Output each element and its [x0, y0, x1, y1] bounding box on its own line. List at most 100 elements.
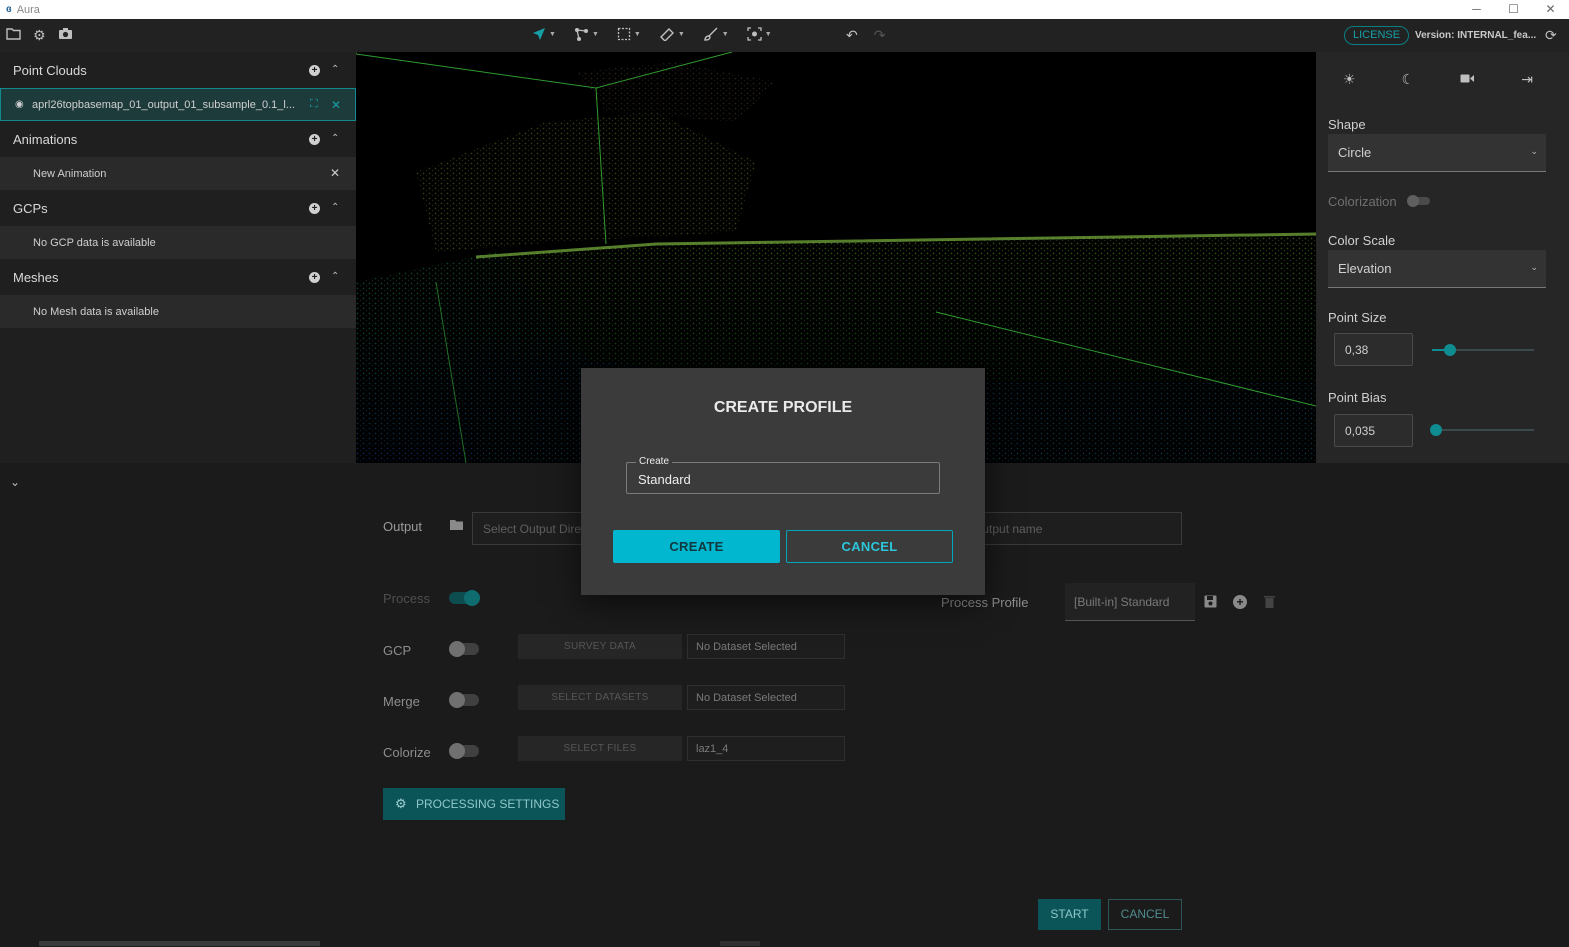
exit-icon[interactable]: ⇥	[1521, 71, 1533, 87]
save-icon[interactable]	[1204, 595, 1217, 611]
moon-icon[interactable]: ☾	[1402, 71, 1415, 87]
camera-icon[interactable]	[58, 27, 73, 43]
slider-knob[interactable]	[1430, 424, 1443, 436]
undo-icon[interactable]: ↶	[846, 27, 858, 43]
select-datasets-button[interactable]: SELECT DATASETS	[518, 685, 682, 710]
toggle-knob	[449, 692, 465, 708]
process-toggle[interactable]	[449, 590, 480, 606]
section-header-meshes[interactable]: Meshes + ⌃	[0, 259, 356, 295]
minimize-icon[interactable]: ─	[1458, 0, 1495, 19]
chevron-up-icon[interactable]: ⌃	[331, 202, 339, 213]
dialog-title: CREATE PROFILE	[713, 399, 853, 416]
toggle-knob	[449, 641, 465, 657]
eye-icon[interactable]: ◉	[15, 99, 24, 110]
add-icon[interactable]: +	[309, 203, 320, 214]
section-title: Point Clouds	[13, 62, 87, 78]
slider-knob[interactable]	[1444, 344, 1457, 356]
colorize-toggle[interactable]	[449, 743, 479, 759]
start-button[interactable]: START	[1038, 899, 1101, 930]
point-cloud-item[interactable]: ◉ aprl26topbasemap_01_output_01_subsampl…	[0, 88, 356, 121]
focus-tool[interactable]: ▼	[747, 27, 772, 41]
survey-data-button[interactable]: SURVEY DATA	[518, 634, 682, 659]
measure-tool[interactable]: ▼	[574, 27, 599, 41]
shape-select[interactable]: Circle ⌄	[1328, 134, 1546, 172]
cancel-processing-button[interactable]: CANCEL	[1108, 899, 1182, 930]
version-label: Version: INTERNAL_fea...	[1415, 30, 1537, 41]
window-title-bar: ɞ Aura ─ ☐ ✕	[0, 0, 1569, 19]
chevron-down-icon: ▼	[721, 30, 729, 38]
network-icon	[574, 28, 588, 41]
add-icon[interactable]: +	[309, 65, 320, 76]
maximize-icon[interactable]: ☐	[1495, 0, 1532, 19]
horizontal-scrollbar[interactable]	[39, 941, 320, 946]
gear-icon: ⚙	[395, 796, 407, 811]
gear-icon[interactable]: ⚙	[33, 27, 46, 43]
point-bias-input[interactable]: 0,035	[1334, 414, 1413, 447]
profile-name-label: Create	[636, 456, 673, 467]
folder-icon[interactable]	[449, 518, 464, 534]
create-button[interactable]: CREATE	[613, 530, 780, 563]
brush-tool[interactable]: ▼	[703, 27, 729, 41]
gcp-dataset-field: No Dataset Selected	[687, 634, 845, 659]
profile-name-value[interactable]: Standard	[638, 472, 691, 487]
scrollbar-thumb[interactable]	[720, 941, 760, 946]
close-icon[interactable]: ✕	[331, 98, 341, 112]
right-panel: ☀ ☾ ⇥ Shape Circle ⌄ Colorization Color …	[1316, 52, 1569, 463]
sun-icon[interactable]: ☀	[1343, 71, 1356, 87]
chevron-up-icon[interactable]: ⌃	[331, 64, 339, 75]
chevron-up-icon[interactable]: ⌃	[331, 133, 339, 144]
chevron-down-icon[interactable]: ⌄	[10, 475, 20, 489]
process-label: Process	[383, 591, 430, 606]
window-controls: ─ ☐ ✕	[1458, 0, 1569, 19]
merge-label: Merge	[383, 694, 420, 709]
cancel-button[interactable]: CANCEL	[786, 530, 953, 563]
aura-logo-icon: ɞ	[6, 4, 12, 15]
refresh-icon[interactable]: ⟳	[1545, 27, 1557, 43]
gcp-empty-item: No GCP data is available	[0, 226, 356, 259]
chevron-down-icon: ⌄	[1530, 262, 1538, 272]
section-header-gcps[interactable]: GCPs + ⌃	[0, 190, 356, 226]
trash-icon[interactable]	[1264, 595, 1275, 611]
chevron-down-icon: ▼	[591, 30, 599, 38]
profile-name-field[interactable]: Create Standard	[626, 456, 940, 494]
folder-icon[interactable]	[6, 27, 21, 43]
add-icon[interactable]: +	[309, 134, 320, 145]
ruler-icon	[659, 28, 674, 41]
chevron-up-icon[interactable]: ⌃	[331, 271, 339, 282]
processing-settings-label: PROCESSING SETTINGS	[416, 797, 560, 811]
section-title: Animations	[13, 131, 78, 147]
colorization-toggle[interactable]	[1407, 195, 1430, 207]
select-files-button[interactable]: SELECT FILES	[518, 736, 682, 761]
license-button[interactable]: LICENSE	[1344, 26, 1410, 45]
close-window-icon[interactable]: ✕	[1532, 0, 1569, 19]
color-scale-select[interactable]: Elevation ⌄	[1328, 250, 1546, 288]
process-profile-select[interactable]: [Built-in] Standard	[1065, 583, 1195, 621]
chevron-down-icon: ⌄	[1530, 146, 1538, 156]
ruler-tool[interactable]: ▼	[659, 27, 685, 41]
animation-item[interactable]: New Animation ✕	[0, 157, 356, 190]
navigate-tool[interactable]: ▼	[532, 27, 556, 41]
process-profile-value: [Built-in] Standard	[1074, 595, 1170, 609]
video-camera-icon[interactable]	[1460, 71, 1475, 87]
section-header-animations[interactable]: Animations + ⌃	[0, 121, 356, 157]
add-icon[interactable]: +	[309, 272, 320, 283]
merge-toggle[interactable]	[449, 692, 479, 708]
gcp-toggle[interactable]	[449, 641, 479, 657]
close-icon[interactable]: ✕	[330, 166, 340, 180]
focus-target-icon	[747, 27, 762, 41]
colorize-label: Colorize	[383, 745, 431, 760]
section-header-point-clouds[interactable]: Point Clouds + ⌃	[0, 52, 356, 88]
point-bias-label: Point Bias	[1328, 390, 1387, 405]
process-profile-label: Process Profile	[941, 595, 1029, 610]
focus-icon[interactable]: ⛶	[310, 98, 318, 111]
selection-tool[interactable]: ▼	[617, 27, 641, 41]
left-panel: Point Clouds + ⌃ ◉ aprl26topbasemap_01_o…	[0, 52, 356, 463]
output-name-input[interactable]: Output name	[962, 512, 1182, 545]
point-size-slider[interactable]	[1432, 344, 1534, 356]
point-bias-slider[interactable]	[1430, 424, 1534, 436]
add-profile-icon[interactable]: +	[1233, 595, 1247, 609]
redo-icon[interactable]: ↷	[874, 27, 886, 43]
processing-settings-button[interactable]: ⚙ PROCESSING SETTINGS	[383, 788, 565, 820]
point-size-input[interactable]: 0,38	[1334, 333, 1413, 366]
create-profile-dialog: CREATE PROFILE Create Standard CREATE CA…	[581, 368, 985, 595]
